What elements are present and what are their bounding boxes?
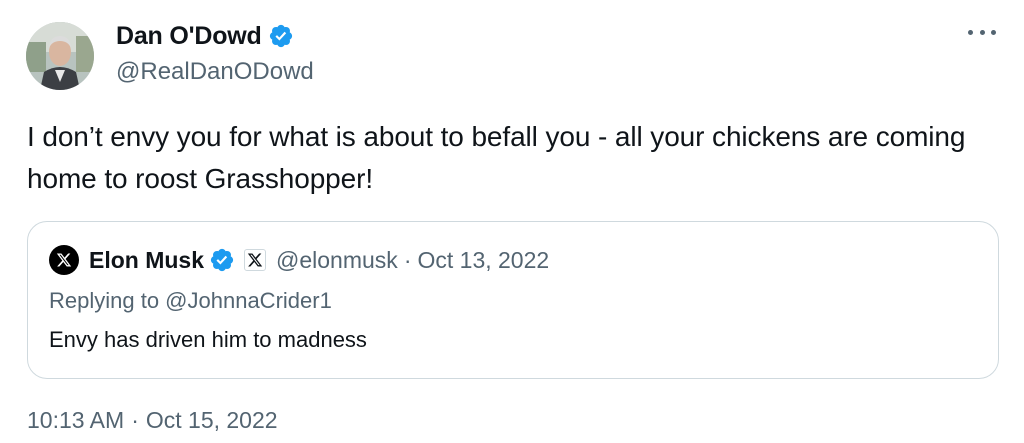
- verified-badge-icon[interactable]: [268, 23, 294, 49]
- separator: ·: [131, 407, 139, 433]
- quoted-author-name[interactable]: Elon Musk: [89, 247, 204, 274]
- quoted-author-handle[interactable]: @elonmusk: [276, 247, 398, 274]
- tweet-author: Dan O'Dowd @RealDanODowd: [116, 18, 314, 86]
- quoted-author-avatar[interactable]: [49, 245, 79, 275]
- quoted-tweet[interactable]: Elon Musk @elonmusk · Oct 13, 2022 Reply…: [27, 221, 999, 379]
- author-avatar[interactable]: [26, 22, 94, 90]
- x-logo-icon: [56, 253, 72, 267]
- replying-to: Replying to @JohnnaCrider1: [49, 288, 332, 313]
- separator: ·: [403, 246, 412, 273]
- quoted-tweet-header: Elon Musk @elonmusk · Oct 13, 2022: [49, 244, 549, 276]
- more-dot: [979, 29, 985, 35]
- quoted-tweet-date[interactable]: Oct 13, 2022: [417, 247, 549, 274]
- author-handle[interactable]: @RealDanODowd: [116, 58, 314, 86]
- tweet-time: 10:13 AM: [27, 407, 125, 433]
- quoted-tweet-text: Envy has driven him to madness: [49, 327, 367, 352]
- more-dot: [968, 29, 973, 35]
- tweet-date: Oct 15, 2022: [145, 407, 278, 433]
- verified-badge-icon[interactable]: [209, 247, 235, 273]
- x-logo-icon: [247, 253, 263, 267]
- tweet-timestamp[interactable]: 10:13 AM · Oct 15, 2022: [27, 407, 278, 434]
- profile-photo: [26, 22, 94, 90]
- more-dot: [991, 29, 996, 35]
- tweet-text: I don’t envy you for what is about to be…: [27, 121, 966, 194]
- more-options-icon[interactable]: [964, 22, 1000, 42]
- x-affiliation-icon[interactable]: [244, 249, 267, 271]
- author-display-name[interactable]: Dan O'Dowd: [116, 22, 262, 51]
